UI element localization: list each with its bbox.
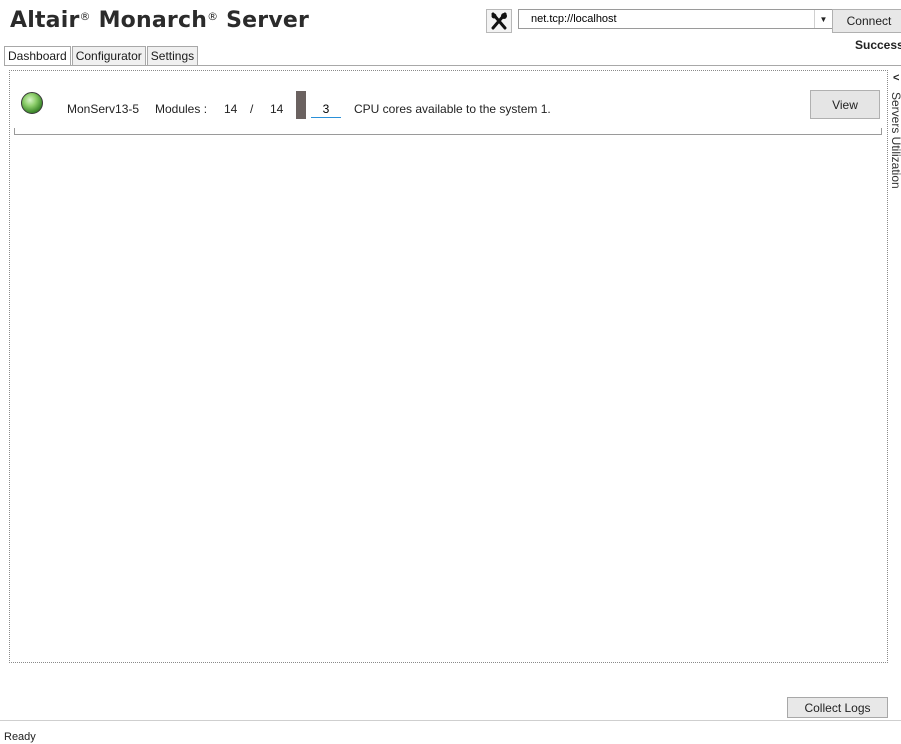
tools-button[interactable] [486,9,512,33]
modules-available: 14 [224,102,238,116]
status-bar: Ready [0,720,901,744]
collect-logs-button[interactable]: Collect Logs [787,697,888,718]
tab-divider [4,65,901,66]
modules-label: Modules : [155,102,208,116]
status-text: Ready [4,731,36,743]
modules-separator: / [250,102,254,116]
tools-icon [491,12,507,30]
view-button[interactable]: View [810,90,880,119]
modules-total: 14 [270,102,284,116]
server-name: MonServ13-5 [67,102,140,116]
tab-dashboard[interactable]: Dashboard [4,46,71,66]
server-row-bracket-right [881,128,882,135]
utilization-bar [296,91,306,119]
server-status-led [21,92,43,114]
chevron-left-icon[interactable]: < [893,72,899,84]
cpu-cores-input[interactable] [311,100,341,118]
tab-configurator[interactable]: Configurator [71,46,146,66]
cpu-cores-text: CPU cores available to the system 1. [354,102,551,116]
app-title: Altair® Monarch® Server [10,8,310,33]
server-url-input[interactable] [519,10,811,28]
dashboard-panel [9,70,888,663]
main-tabs: Dashboard Configurator Settings [4,46,199,66]
tab-settings[interactable]: Settings [146,46,199,66]
dropdown-arrow-icon[interactable]: ▼ [814,10,832,28]
servers-utilization-tab[interactable]: Servers Utilization [889,92,901,189]
connection-status: Success [855,38,901,52]
server-row: MonServ13-5 Modules : 14 / 14 CPU cores … [12,82,882,136]
server-row-bracket-left [14,128,15,135]
server-url-combobox[interactable]: ▼ [518,9,833,29]
connect-button[interactable]: Connect [832,9,901,33]
server-row-divider [14,134,882,135]
